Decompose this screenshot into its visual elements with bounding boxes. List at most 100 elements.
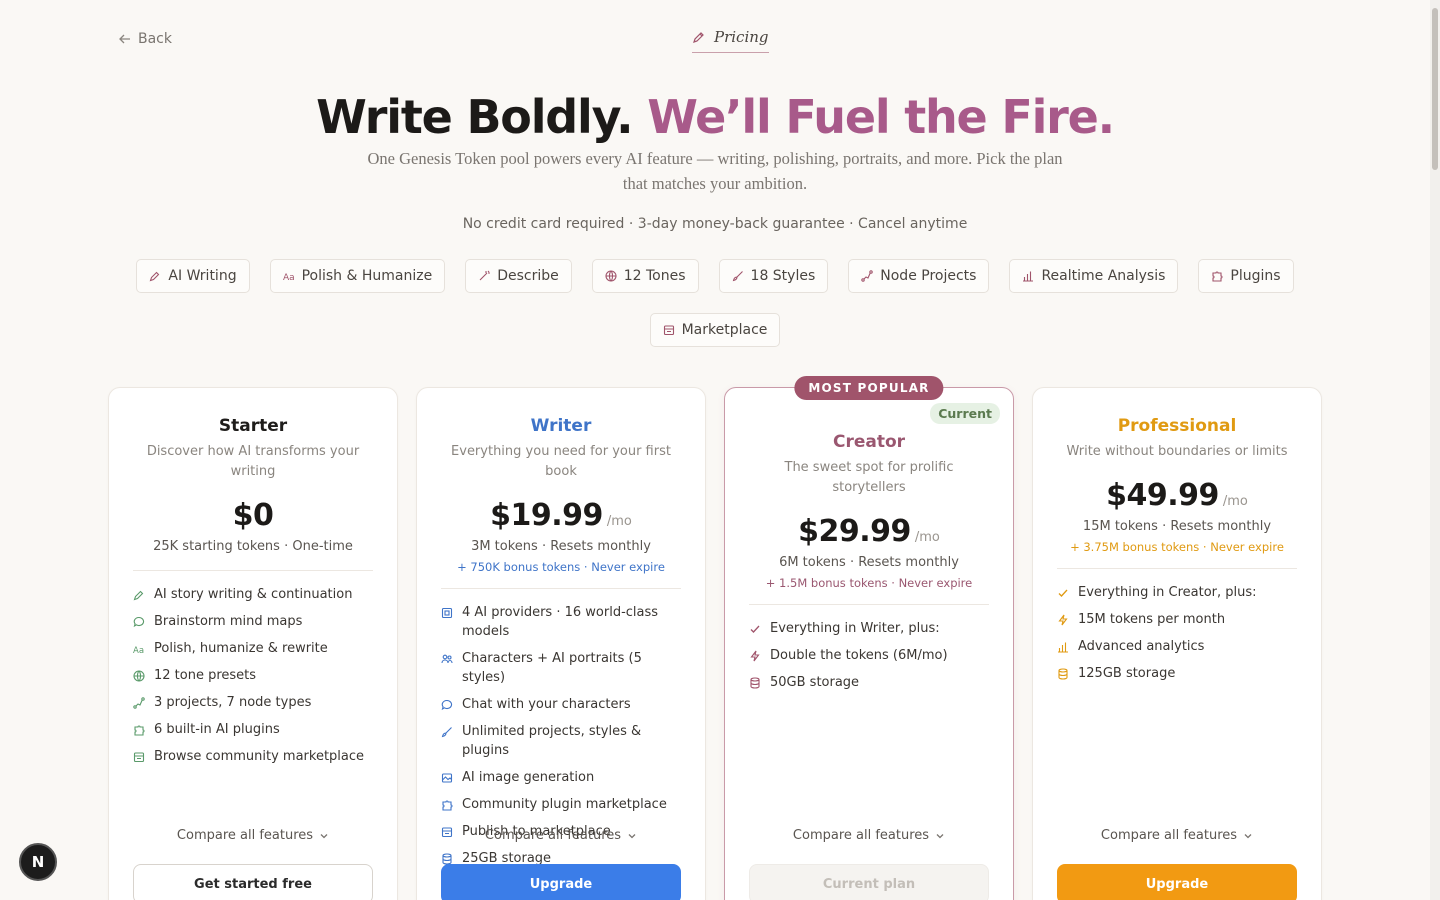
scrollbar-thumb[interactable] (1432, 8, 1438, 170)
price-row: $19.99 /mo (441, 498, 681, 533)
list-item: Community plugin marketplace (441, 795, 681, 814)
feature-text: 15M tokens per month (1078, 612, 1226, 627)
plan-card-professional: Professional Write without boundaries or… (1032, 387, 1322, 900)
wand-icon (479, 270, 491, 281)
feature-text: 3 projects, 7 node types (154, 695, 312, 710)
chip-realtime-analysis[interactable]: Realtime Analysis (1009, 259, 1179, 293)
chip-label: 18 Styles (750, 268, 816, 284)
chevron-down-icon (628, 833, 636, 838)
feature-text: 125GB storage (1078, 666, 1176, 681)
globe-icon (605, 270, 617, 282)
plan-tokens: 6M tokens · Resets monthly (779, 555, 959, 570)
chat-bubble-icon (133, 616, 145, 627)
back-link[interactable]: Back (118, 31, 172, 47)
chip-styles[interactable]: 18 Styles (718, 259, 829, 293)
feature-text: Advanced analytics (1078, 639, 1205, 654)
feature-text: Characters + AI portraits (5 styles) (462, 651, 642, 685)
feature-list: AI story writing & continuation Brainsto… (133, 585, 373, 766)
pricing-nav-link[interactable]: Pricing (692, 28, 769, 53)
get-started-free-button[interactable]: Get started free (133, 864, 373, 900)
cpu-icon (441, 607, 453, 618)
title-accent: We’ll Fuel the Fire. (647, 90, 1115, 144)
check-icon (750, 625, 760, 633)
chip-ai-writing[interactable]: AI Writing (136, 259, 250, 293)
chip-tones[interactable]: 12 Tones (591, 259, 699, 293)
divider (133, 570, 373, 571)
feature-text: AI image generation (462, 770, 595, 785)
price-row: $29.99 /mo (749, 514, 989, 549)
guarantee-text: No credit card required · 3-day money-ba… (462, 216, 968, 232)
chip-marketplace[interactable]: Marketplace (649, 313, 781, 347)
svg-text:Aa: Aa (133, 646, 144, 655)
plan-name: Starter (218, 416, 288, 436)
chip-label: Realtime Analysis (1041, 268, 1166, 284)
database-icon (1058, 667, 1068, 680)
current-badge: Current (930, 403, 1000, 424)
puzzle-icon (134, 724, 145, 736)
puzzle-icon (442, 799, 453, 811)
list-item: 4 AI providers · 16 world-class models (441, 603, 681, 641)
most-popular-badge: MOST POPULAR (794, 376, 944, 400)
nodes-icon (861, 270, 874, 282)
plan-description: Discover how AI transforms your writing (146, 444, 360, 479)
compare-features-toggle[interactable]: Compare all features (1033, 828, 1321, 843)
divider (749, 604, 989, 605)
text-aa-icon: Aa (133, 646, 144, 655)
upgrade-writer-button[interactable]: Upgrade (441, 864, 681, 900)
feature-list: Everything in Writer, plus: Double the t… (749, 619, 989, 692)
nodes-icon (133, 696, 145, 709)
list-item: 3 projects, 7 node types (133, 693, 373, 712)
chip-plugins[interactable]: Plugins (1198, 259, 1294, 293)
users-icon (441, 654, 453, 663)
lightning-icon (750, 650, 760, 661)
compare-label: Compare all features (1100, 828, 1238, 843)
compare-features-toggle[interactable]: Compare all features (109, 828, 397, 843)
plans-grid: Starter Discover how AI transforms your … (108, 376, 1322, 900)
compare-features-toggle[interactable]: Compare all features (417, 828, 705, 843)
plan-card-writer: Writer Everything you need for your firs… (416, 387, 706, 900)
price-period: /mo (914, 530, 940, 545)
divider (1057, 568, 1297, 569)
pricing-label: Pricing (714, 28, 769, 46)
hero: Write Boldly. We’ll Fuel the Fire. One G… (0, 88, 1430, 232)
chip-label: Node Projects (880, 268, 977, 284)
list-item: 50GB storage (749, 673, 989, 692)
brush-icon (441, 726, 452, 737)
plan-bonus: + 1.5M bonus tokens · Never expire (765, 576, 973, 590)
compare-label: Compare all features (792, 828, 930, 843)
globe-icon (133, 669, 145, 682)
list-item: Characters + AI portraits (5 styles) (441, 649, 681, 687)
plan-tokens: 25K starting tokens · One-time (153, 539, 353, 554)
list-item: Advanced analytics (1057, 637, 1297, 656)
list-item: 15M tokens per month (1057, 610, 1297, 629)
feature-text: Community plugin marketplace (462, 797, 667, 812)
chevron-down-icon (1244, 833, 1252, 838)
chip-label: Plugins (1230, 268, 1281, 284)
feature-text: Everything in Creator, plus: (1078, 585, 1257, 600)
plan-price: $29.99 (798, 514, 911, 549)
floating-avatar-button[interactable]: N (19, 843, 57, 881)
plan-name: Professional (1117, 416, 1237, 436)
chip-describe[interactable]: Describe (465, 259, 572, 293)
upgrade-professional-button[interactable]: Upgrade (1057, 864, 1297, 900)
feature-text: Everything in Writer, plus: (770, 621, 940, 636)
feature-text: Unlimited projects, styles & plugins (462, 724, 642, 758)
page-scrollbar[interactable] (1430, 0, 1440, 900)
plan-card-creator: MOST POPULAR Current Creator The sweet s… (724, 376, 1014, 900)
chat-bubble-icon (441, 699, 453, 710)
compare-features-toggle[interactable]: Compare all features (725, 828, 1013, 843)
price-period: /mo (606, 514, 632, 529)
plan-price: $0 (232, 498, 274, 533)
feature-text: 50GB storage (770, 675, 860, 690)
list-item: AI story writing & continuation (133, 585, 373, 604)
chip-label: Describe (497, 268, 559, 284)
feature-text: 6 built-in AI plugins (154, 722, 280, 737)
feature-text: Browse community marketplace (154, 749, 365, 764)
hero-subtitle: One Genesis Token pool powers every AI f… (367, 149, 1063, 193)
feature-text: Double the tokens (6M/mo) (770, 648, 948, 663)
price-period: /mo (1222, 494, 1248, 509)
chip-polish-humanize[interactable]: Aa Polish & Humanize (269, 259, 446, 293)
plan-price: $49.99 (1106, 478, 1219, 513)
chip-node-projects[interactable]: Node Projects (848, 259, 990, 293)
compare-label: Compare all features (176, 828, 314, 843)
